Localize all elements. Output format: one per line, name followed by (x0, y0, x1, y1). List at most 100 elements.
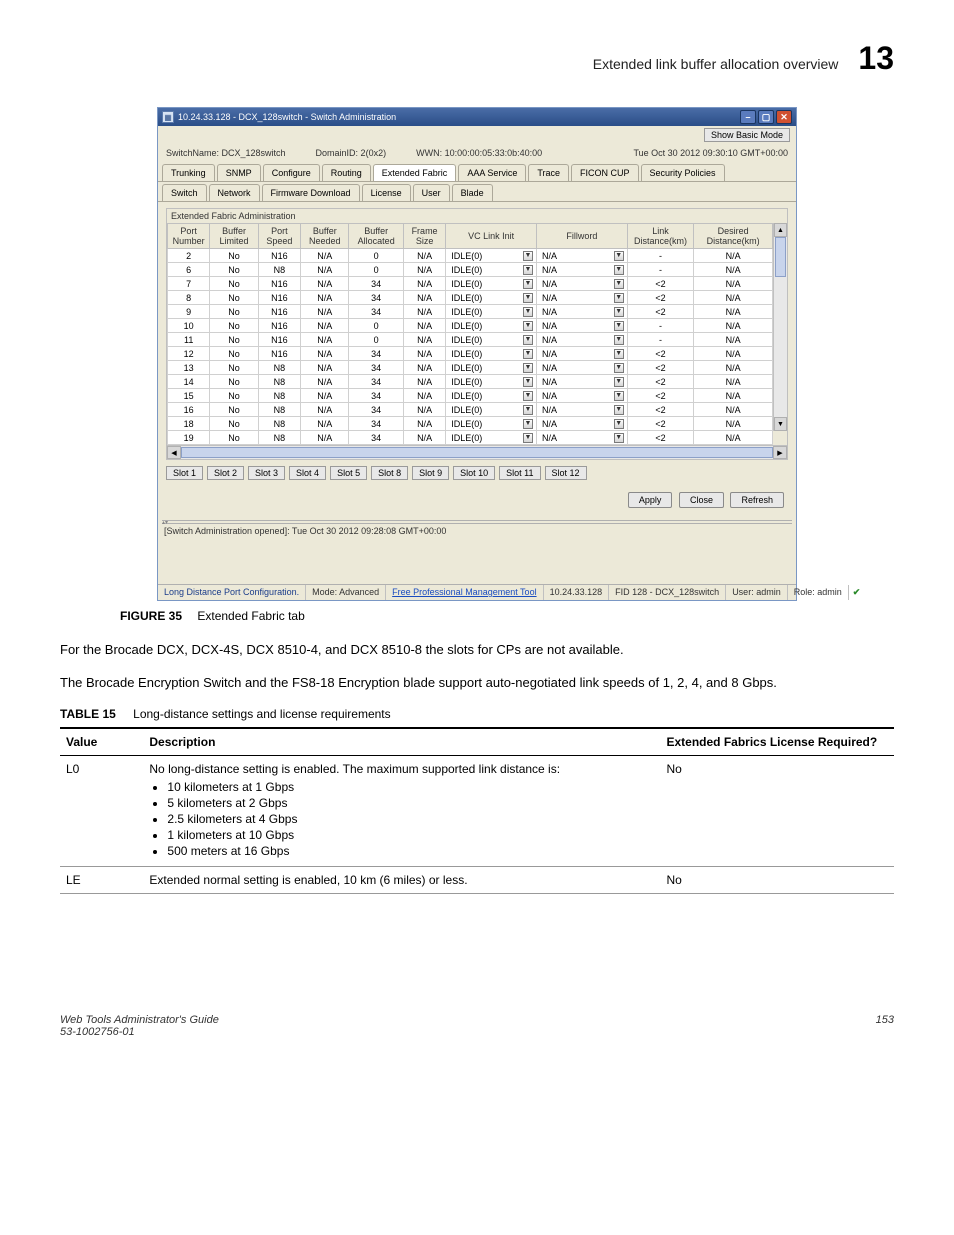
dropdown-arrow-icon[interactable]: ▼ (614, 321, 624, 331)
table-row[interactable]: 9NoN16N/A34N/AIDLE(0)▼N/A▼<2N/A (168, 305, 773, 319)
table-row[interactable]: 19NoN8N/A34N/AIDLE(0)▼N/A▼<2N/A (168, 431, 773, 445)
dropdown-arrow-icon[interactable]: ▼ (614, 293, 624, 303)
tab-security-policies[interactable]: Security Policies (641, 164, 725, 181)
tab-snmp[interactable]: SNMP (217, 164, 261, 181)
dropdown-arrow-icon[interactable]: ▼ (614, 419, 624, 429)
dropdown-arrow-icon[interactable]: ▼ (614, 265, 624, 275)
table-cell: IDLE(0)▼ (446, 277, 537, 291)
dropdown-arrow-icon[interactable]: ▼ (523, 419, 533, 429)
col-header[interactable]: Link Distance(km) (627, 224, 694, 249)
col-header[interactable]: Desired Distance(km) (694, 224, 773, 249)
dropdown-arrow-icon[interactable]: ▼ (523, 307, 533, 317)
dropdown-arrow-icon[interactable]: ▼ (523, 363, 533, 373)
dropdown-arrow-icon[interactable]: ▼ (523, 433, 533, 443)
scroll-right-arrow[interactable]: ▶ (773, 446, 787, 459)
vertical-scrollbar[interactable]: ▲ ▼ (773, 223, 787, 431)
tab-blade[interactable]: Blade (452, 184, 493, 201)
tab-license[interactable]: License (362, 184, 411, 201)
table-row[interactable]: 13NoN8N/A34N/AIDLE(0)▼N/A▼<2N/A (168, 361, 773, 375)
tab-configure[interactable]: Configure (263, 164, 320, 181)
table-row[interactable]: 10NoN16N/A0N/AIDLE(0)▼N/A▼-N/A (168, 319, 773, 333)
tab-ficon-cup[interactable]: FICON CUP (571, 164, 639, 181)
col-header[interactable]: Port Number (168, 224, 210, 249)
slot-button[interactable]: Slot 12 (545, 466, 587, 480)
scroll-thumb[interactable] (775, 237, 786, 277)
tab-switch[interactable]: Switch (162, 184, 207, 201)
table-cell: 19 (168, 431, 210, 445)
tab-aaa-service[interactable]: AAA Service (458, 164, 526, 181)
table-cell: N/A (301, 403, 349, 417)
apply-button[interactable]: Apply (628, 492, 673, 508)
tab-extended-fabric[interactable]: Extended Fabric (373, 164, 457, 181)
slot-button[interactable]: Slot 8 (371, 466, 408, 480)
slot-button[interactable]: Slot 5 (330, 466, 367, 480)
dropdown-arrow-icon[interactable]: ▼ (523, 377, 533, 387)
slot-button[interactable]: Slot 10 (453, 466, 495, 480)
refresh-button[interactable]: Refresh (730, 492, 784, 508)
close-window-button[interactable]: ✕ (776, 110, 792, 124)
window-titlebar[interactable]: ▦ 10.24.33.128 - DCX_128switch - Switch … (158, 108, 796, 126)
status-tool-link[interactable]: Free Professional Management Tool (386, 585, 543, 600)
dropdown-arrow-icon[interactable]: ▼ (614, 335, 624, 345)
table-row[interactable]: 12NoN16N/A34N/AIDLE(0)▼N/A▼<2N/A (168, 347, 773, 361)
slot-button[interactable]: Slot 9 (412, 466, 449, 480)
dropdown-arrow-icon[interactable]: ▼ (614, 433, 624, 443)
show-basic-mode-button[interactable]: Show Basic Mode (704, 128, 790, 142)
col-header[interactable]: Buffer Limited (210, 224, 258, 249)
table-cell: N/A (403, 403, 445, 417)
dropdown-arrow-icon[interactable]: ▼ (614, 405, 624, 415)
dropdown-arrow-icon[interactable]: ▼ (523, 349, 533, 359)
maximize-button[interactable]: ▢ (758, 110, 774, 124)
tab-network[interactable]: Network (209, 184, 260, 201)
tab-trunking[interactable]: Trunking (162, 164, 215, 181)
dropdown-arrow-icon[interactable]: ▼ (614, 307, 624, 317)
dropdown-arrow-icon[interactable]: ▼ (523, 321, 533, 331)
dropdown-arrow-icon[interactable]: ▼ (523, 251, 533, 261)
dropdown-arrow-icon[interactable]: ▼ (614, 391, 624, 401)
table-row[interactable]: 15NoN8N/A34N/AIDLE(0)▼N/A▼<2N/A (168, 389, 773, 403)
table-row[interactable]: 11NoN16N/A0N/AIDLE(0)▼N/A▼-N/A (168, 333, 773, 347)
table-row[interactable]: 8NoN16N/A34N/AIDLE(0)▼N/A▼<2N/A (168, 291, 773, 305)
dropdown-arrow-icon[interactable]: ▼ (523, 405, 533, 415)
table-row[interactable]: 7NoN16N/A34N/AIDLE(0)▼N/A▼<2N/A (168, 277, 773, 291)
dropdown-arrow-icon[interactable]: ▼ (523, 265, 533, 275)
tab-trace[interactable]: Trace (528, 164, 569, 181)
col-header[interactable]: Frame Size (403, 224, 445, 249)
slot-button[interactable]: Slot 3 (248, 466, 285, 480)
dropdown-arrow-icon[interactable]: ▼ (523, 335, 533, 345)
slot-button[interactable]: Slot 2 (207, 466, 244, 480)
dropdown-arrow-icon[interactable]: ▼ (614, 251, 624, 261)
col-header[interactable]: VC Link Init (446, 224, 537, 249)
table-row[interactable]: 16NoN8N/A34N/AIDLE(0)▼N/A▼<2N/A (168, 403, 773, 417)
table-row[interactable]: 18NoN8N/A34N/AIDLE(0)▼N/A▼<2N/A (168, 417, 773, 431)
col-header[interactable]: Buffer Needed (301, 224, 349, 249)
scroll-thumb-h[interactable] (181, 447, 773, 458)
minimize-button[interactable]: – (740, 110, 756, 124)
dropdown-arrow-icon[interactable]: ▼ (614, 377, 624, 387)
slot-button[interactable]: Slot 4 (289, 466, 326, 480)
scroll-left-arrow[interactable]: ◀ (167, 446, 181, 459)
table-row[interactable]: 2NoN16N/A0N/AIDLE(0)▼N/A▼-N/A (168, 249, 773, 263)
slot-button[interactable]: Slot 1 (166, 466, 203, 480)
dropdown-arrow-icon[interactable]: ▼ (614, 279, 624, 289)
paragraph-2: The Brocade Encryption Switch and the FS… (60, 674, 894, 693)
table-row[interactable]: 6NoN8N/A0N/AIDLE(0)▼N/A▼-N/A (168, 263, 773, 277)
col-header[interactable]: Port Speed (258, 224, 300, 249)
scroll-up-arrow[interactable]: ▲ (774, 223, 787, 237)
horizontal-scrollbar[interactable]: ◀ ▶ (167, 445, 787, 459)
dropdown-arrow-icon[interactable]: ▼ (523, 391, 533, 401)
dropdown-arrow-icon[interactable]: ▼ (523, 279, 533, 289)
tab-user[interactable]: User (413, 184, 450, 201)
tab-routing[interactable]: Routing (322, 164, 371, 181)
close-button[interactable]: Close (679, 492, 724, 508)
dropdown-arrow-icon[interactable]: ▼ (614, 349, 624, 359)
col-header[interactable]: Fillword (537, 224, 628, 249)
dropdown-arrow-icon[interactable]: ▼ (523, 293, 533, 303)
scroll-down-arrow[interactable]: ▼ (774, 417, 787, 431)
col-header[interactable]: Buffer Allocated (349, 224, 403, 249)
tab-firmware-download[interactable]: Firmware Download (262, 184, 360, 201)
table-row[interactable]: 14NoN8N/A34N/AIDLE(0)▼N/A▼<2N/A (168, 375, 773, 389)
figure-label: FIGURE 35 (120, 609, 182, 623)
slot-button[interactable]: Slot 11 (499, 466, 540, 480)
dropdown-arrow-icon[interactable]: ▼ (614, 363, 624, 373)
